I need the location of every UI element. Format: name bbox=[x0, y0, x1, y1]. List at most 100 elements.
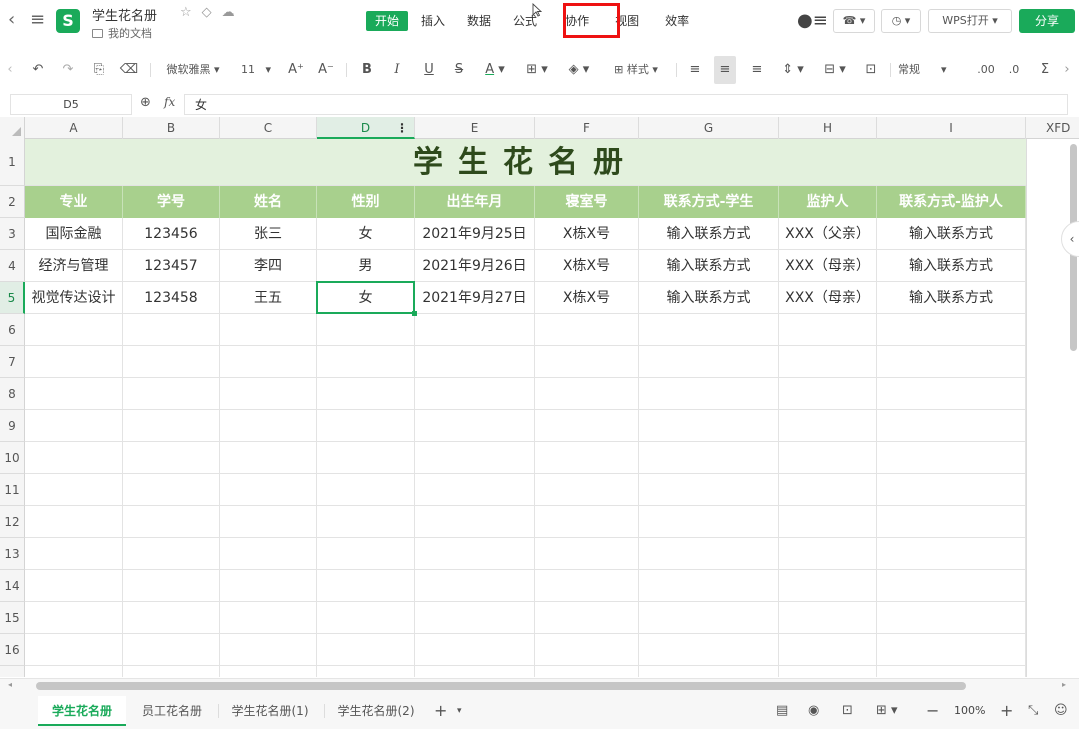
table-cell[interactable] bbox=[639, 570, 779, 602]
table-cell[interactable] bbox=[25, 666, 123, 677]
table-cell[interactable] bbox=[415, 474, 535, 506]
table-cell[interactable] bbox=[317, 410, 415, 442]
hamburger-menu-icon[interactable]: ≡ bbox=[30, 10, 48, 30]
table-cell[interactable]: 视觉传达设计 bbox=[25, 282, 123, 314]
table-cell[interactable] bbox=[415, 506, 535, 538]
row-header[interactable]: 14 bbox=[0, 570, 25, 602]
column-header-i[interactable]: I bbox=[877, 117, 1026, 139]
fill-color-icon[interactable]: ◈ ▾ bbox=[562, 56, 596, 84]
table-cell[interactable] bbox=[877, 346, 1026, 378]
scroll-left-arrow-icon[interactable]: ◂ bbox=[8, 680, 12, 689]
history-button[interactable]: ◷ ▾ bbox=[881, 9, 921, 33]
align-right-icon[interactable]: ≡ bbox=[746, 56, 768, 84]
decrease-font-icon[interactable]: A⁻ bbox=[314, 56, 338, 84]
scroll-right-arrow-icon[interactable]: ▸ bbox=[1062, 680, 1066, 689]
column-header-b[interactable]: B bbox=[123, 117, 220, 139]
decimal-increase-icon[interactable]: .00 bbox=[976, 56, 996, 84]
table-cell[interactable] bbox=[877, 314, 1026, 346]
sync-status-icon[interactable]: ◉ bbox=[808, 702, 819, 720]
wrap-text-icon[interactable]: ⊡ bbox=[860, 56, 882, 84]
table-cell[interactable] bbox=[877, 634, 1026, 666]
table-cell[interactable] bbox=[123, 538, 220, 570]
table-cell[interactable] bbox=[535, 378, 639, 410]
column-menu-icon[interactable]: ⋮ bbox=[396, 117, 408, 139]
table-cell[interactable] bbox=[25, 378, 123, 410]
table-cell[interactable] bbox=[123, 570, 220, 602]
table-cell[interactable] bbox=[779, 666, 877, 677]
table-cell[interactable] bbox=[25, 634, 123, 666]
document-title[interactable]: 学生花名册 bbox=[92, 5, 157, 24]
view-mode-icon[interactable]: ⊞ ▾ bbox=[876, 702, 898, 720]
table-cell[interactable]: 王五 bbox=[220, 282, 317, 314]
formula-input[interactable]: 女 bbox=[184, 94, 1068, 115]
table-cell[interactable] bbox=[535, 474, 639, 506]
row-header[interactable]: 7 bbox=[0, 346, 25, 378]
table-cell[interactable]: 123457 bbox=[123, 250, 220, 282]
column-header-g[interactable]: G bbox=[639, 117, 779, 139]
table-cell[interactable] bbox=[535, 442, 639, 474]
table-cell[interactable] bbox=[779, 346, 877, 378]
table-cell[interactable] bbox=[123, 474, 220, 506]
row-header[interactable]: 5 bbox=[0, 282, 25, 314]
table-cell[interactable]: X栋X号 bbox=[535, 218, 639, 250]
sheet-tab-student-roster[interactable]: 学生花名册 bbox=[38, 696, 126, 726]
sheet-tab-staff-roster[interactable]: 员工花名册 bbox=[128, 696, 216, 726]
row-header[interactable]: 11 bbox=[0, 474, 25, 506]
table-cell[interactable] bbox=[639, 506, 779, 538]
column-header-d[interactable]: D ⋮ bbox=[317, 117, 415, 139]
table-cell[interactable] bbox=[220, 378, 317, 410]
table-cell[interactable] bbox=[415, 538, 535, 570]
vertical-align-icon[interactable]: ⇕ ▾ bbox=[776, 56, 810, 84]
table-cell[interactable]: 男 bbox=[317, 250, 415, 282]
table-cell[interactable] bbox=[639, 346, 779, 378]
table-cell[interactable]: 2021年9月27日 bbox=[415, 282, 535, 314]
table-cell[interactable] bbox=[779, 314, 877, 346]
table-cell[interactable] bbox=[415, 666, 535, 677]
redo-icon[interactable]: ↷ bbox=[58, 56, 78, 84]
select-all-corner[interactable] bbox=[0, 117, 25, 139]
number-format-select[interactable]: 常规 ▾ bbox=[898, 56, 968, 84]
table-cell[interactable] bbox=[877, 602, 1026, 634]
table-cell[interactable] bbox=[317, 570, 415, 602]
column-header-h[interactable]: H bbox=[779, 117, 877, 139]
table-cell[interactable]: XXX（母亲） bbox=[779, 282, 877, 314]
tab-efficiency[interactable]: 效率 bbox=[656, 11, 698, 31]
table-cell[interactable] bbox=[123, 442, 220, 474]
sheet-list-chevron-icon[interactable]: ▾ bbox=[457, 702, 462, 720]
table-cell[interactable] bbox=[877, 410, 1026, 442]
table-cell[interactable] bbox=[639, 666, 779, 677]
table-cell[interactable] bbox=[415, 314, 535, 346]
tab-start[interactable]: 开始 bbox=[366, 11, 409, 31]
collaborators-icon[interactable]: ●≡ bbox=[797, 9, 828, 33]
table-cell[interactable] bbox=[779, 410, 877, 442]
table-cell[interactable]: 123456 bbox=[123, 218, 220, 250]
table-cell[interactable] bbox=[535, 666, 639, 677]
row-header[interactable]: 17 bbox=[0, 666, 25, 677]
font-size-select[interactable]: 11 ▾ bbox=[232, 56, 280, 84]
table-cell[interactable]: 输入联系方式 bbox=[877, 250, 1026, 282]
table-cell[interactable] bbox=[415, 602, 535, 634]
table-cell[interactable] bbox=[415, 346, 535, 378]
table-cell[interactable]: 输入联系方式 bbox=[639, 250, 779, 282]
table-cell[interactable] bbox=[317, 474, 415, 506]
table-cell[interactable] bbox=[779, 506, 877, 538]
table-cell[interactable] bbox=[535, 314, 639, 346]
table-cell[interactable] bbox=[779, 602, 877, 634]
table-cell[interactable] bbox=[220, 538, 317, 570]
back-icon[interactable]: ‹ bbox=[8, 11, 22, 29]
table-cell[interactable] bbox=[877, 442, 1026, 474]
column-title-cell[interactable]: 姓名 bbox=[220, 186, 317, 218]
sheet-tab-student-roster-1[interactable]: 学生花名册(1) bbox=[222, 696, 318, 726]
decimal-decrease-icon[interactable]: .0 bbox=[1004, 56, 1024, 84]
table-cell[interactable] bbox=[220, 666, 317, 677]
table-cell[interactable] bbox=[877, 538, 1026, 570]
table-cell[interactable] bbox=[415, 634, 535, 666]
table-cell[interactable] bbox=[317, 538, 415, 570]
table-cell[interactable] bbox=[535, 570, 639, 602]
toolbar-scroll-right-icon[interactable]: › bbox=[1060, 56, 1074, 84]
table-cell[interactable] bbox=[639, 442, 779, 474]
toolbar-scroll-left-icon[interactable]: ‹ bbox=[4, 56, 16, 84]
column-title-cell[interactable]: 联系方式-监护人 bbox=[877, 186, 1026, 218]
table-cell[interactable] bbox=[220, 506, 317, 538]
horizontal-scrollbar[interactable] bbox=[36, 682, 966, 690]
